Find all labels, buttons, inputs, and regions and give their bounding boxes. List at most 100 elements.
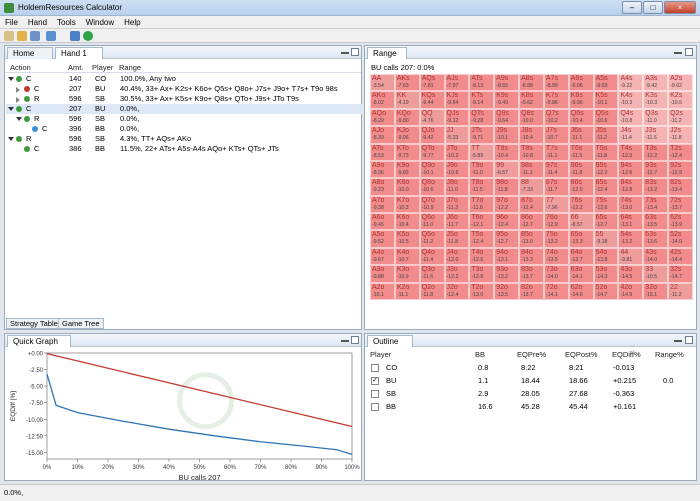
range-cell[interactable]: A2o -10.1 [370, 282, 395, 300]
column-amount[interactable]: Amt. [68, 63, 83, 72]
range-cell[interactable]: J8o -11.0 [444, 178, 470, 196]
range-cell[interactable]: 95o -12.7 [494, 230, 520, 248]
range-cell[interactable]: Q9o -10.1 [419, 160, 445, 179]
range-cell[interactable]: J3s -11.6 [643, 126, 669, 144]
tab-outline[interactable]: Outline [367, 335, 413, 347]
range-cell[interactable]: A6o -9.45 [370, 213, 395, 231]
range-cell[interactable]: Q7s -10.2 [543, 108, 569, 127]
range-cell[interactable]: T3o -12.8 [469, 265, 495, 283]
range-cell[interactable]: A7s -8.99 [543, 74, 569, 92]
range-cell[interactable]: ATs -8.13 [469, 74, 495, 92]
range-cell[interactable]: 75s -12.6 [593, 195, 619, 214]
range-cell[interactable]: 84o -13.3 [519, 247, 544, 266]
range-cell[interactable]: 32s -14.7 [668, 265, 693, 283]
range-cell[interactable]: Q5s -10.6 [593, 108, 619, 127]
expanded-arrow-icon[interactable] [8, 107, 14, 111]
maximize-outline-icon[interactable] [685, 336, 693, 344]
hand-row[interactable]: C 396 BB 0.0%, [6, 124, 363, 134]
range-cell[interactable]: 84s -12.8 [618, 178, 644, 196]
range-cell[interactable]: A2s -9.62 [668, 74, 693, 92]
collapsed-arrow-icon[interactable] [16, 87, 20, 93]
range-cell[interactable]: 66 -8.57 [568, 213, 594, 231]
range-cell[interactable]: J6o -11.7 [444, 213, 470, 231]
range-cell[interactable]: A3o -9.88 [370, 265, 395, 283]
range-cell[interactable]: Q4s -10.8 [618, 108, 644, 127]
range-cell[interactable]: T9o -11.0 [469, 160, 495, 179]
player-checkbox[interactable] [371, 390, 379, 398]
range-cell[interactable]: 33 -10.5 [643, 265, 669, 283]
range-cell[interactable]: T8s -10.8 [519, 143, 544, 161]
range-cell[interactable]: Q2s -11.2 [668, 108, 693, 127]
expanded-arrow-icon[interactable] [8, 77, 14, 81]
range-cell[interactable]: 52s -14.0 [668, 230, 693, 248]
range-cell[interactable]: Q2o -11.8 [419, 282, 445, 300]
range-cell[interactable]: T4s -12.0 [618, 143, 644, 161]
range-cell[interactable]: 63o -14.1 [568, 265, 594, 283]
maximize-graph-icon[interactable] [351, 336, 359, 344]
range-cell[interactable]: A5s -9.03 [593, 74, 619, 92]
tab-home[interactable]: Home [7, 47, 53, 59]
range-cell[interactable]: 85o -13.0 [519, 230, 544, 248]
outline-col-player[interactable]: Player [370, 350, 391, 359]
range-cell[interactable]: 76s -12.2 [568, 195, 594, 214]
range-cell[interactable]: 97o -12.2 [494, 195, 520, 214]
range-cell[interactable]: K7s -9.86 [543, 91, 569, 109]
outline-row[interactable]: CO 0.8 8.22 8.21 -0.013 [366, 362, 700, 374]
outline-col-eqpre[interactable]: EQPre% [517, 350, 546, 359]
range-cell[interactable]: J2o -12.4 [444, 282, 470, 300]
range-cell[interactable]: 63s -13.5 [643, 213, 669, 231]
range-cell[interactable]: 72s -13.7 [668, 195, 693, 214]
range-cell[interactable]: T4o -12.6 [469, 247, 495, 266]
menu-help[interactable]: Help [119, 16, 145, 29]
range-cell[interactable]: AJo -8.39 [370, 126, 395, 144]
range-cell[interactable]: 82s -13.4 [668, 178, 693, 196]
minimize-range-icon[interactable] [674, 48, 682, 54]
range-cell[interactable]: A9s -8.65 [494, 74, 520, 92]
range-cell[interactable]: A4s -9.22 [618, 74, 644, 92]
range-cell[interactable]: KQo -9.80 [394, 108, 420, 127]
maximize-view-icon[interactable] [351, 48, 359, 56]
range-cell[interactable]: T7s -11.1 [543, 143, 569, 161]
range-cell[interactable]: JJ -5.33 [444, 126, 470, 144]
range-cell[interactable]: 32o -15.1 [643, 282, 669, 300]
range-cell[interactable]: 72o -14.1 [543, 282, 569, 300]
player-checkbox[interactable]: ✓ [371, 377, 379, 385]
minimize-outline-icon[interactable] [674, 336, 682, 342]
range-cell[interactable]: K3o -10.9 [394, 265, 420, 283]
range-cell[interactable]: J4o -12.0 [444, 247, 470, 266]
range-cell[interactable]: 64o -13.7 [568, 247, 594, 266]
range-cell[interactable]: KK -4.19 [394, 91, 420, 109]
range-cell[interactable]: J6s -11.1 [568, 126, 594, 144]
range-cell[interactable]: 55 -9.18 [593, 230, 619, 248]
range-cell[interactable]: Q6o -11.0 [419, 213, 445, 231]
range-cell[interactable]: 73s -13.4 [643, 195, 669, 214]
range-cell[interactable]: A8s -8.88 [519, 74, 544, 92]
range-cell[interactable]: 92s -12.9 [668, 160, 693, 179]
range-cell[interactable]: KJo -9.96 [394, 126, 420, 144]
range-cell[interactable]: T2o -13.0 [469, 282, 495, 300]
range-cell[interactable]: JTo -10.2 [444, 143, 470, 161]
player-checkbox[interactable] [371, 364, 379, 372]
maximize-button[interactable]: □ [643, 1, 663, 14]
range-cell[interactable]: 83o -13.7 [519, 265, 544, 283]
range-cell[interactable]: T8o -11.5 [469, 178, 495, 196]
range-cell[interactable]: 88 -7.33 [519, 178, 544, 196]
expanded-arrow-icon[interactable] [8, 137, 14, 141]
range-cell[interactable]: T6o -12.1 [469, 213, 495, 231]
outline-col-eqpost[interactable]: EQPost% [565, 350, 598, 359]
range-cell[interactable]: QTs -9.28 [469, 108, 495, 127]
range-cell[interactable]: 94s -12.6 [618, 160, 644, 179]
range-cell[interactable]: QJs -9.12 [444, 108, 470, 127]
range-cell[interactable]: 97s -11.4 [543, 160, 569, 179]
range-cell[interactable]: AA -3.54 [370, 74, 395, 92]
range-cell[interactable]: 54o -13.8 [593, 247, 619, 266]
range-cell[interactable]: Q3s -11.0 [643, 108, 669, 127]
range-cell[interactable]: 96s -11.8 [568, 160, 594, 179]
range-cell[interactable]: 64s -13.1 [618, 213, 644, 231]
tab-strategy-table[interactable]: Strategy Table [6, 318, 62, 329]
minimize-button[interactable]: – [622, 1, 642, 14]
range-cell[interactable]: J7o -11.3 [444, 195, 470, 214]
range-cell[interactable]: 99 -6.57 [494, 160, 520, 179]
range-cell[interactable]: QQ -4.76 [419, 108, 445, 127]
range-cell[interactable]: J5o -11.8 [444, 230, 470, 248]
